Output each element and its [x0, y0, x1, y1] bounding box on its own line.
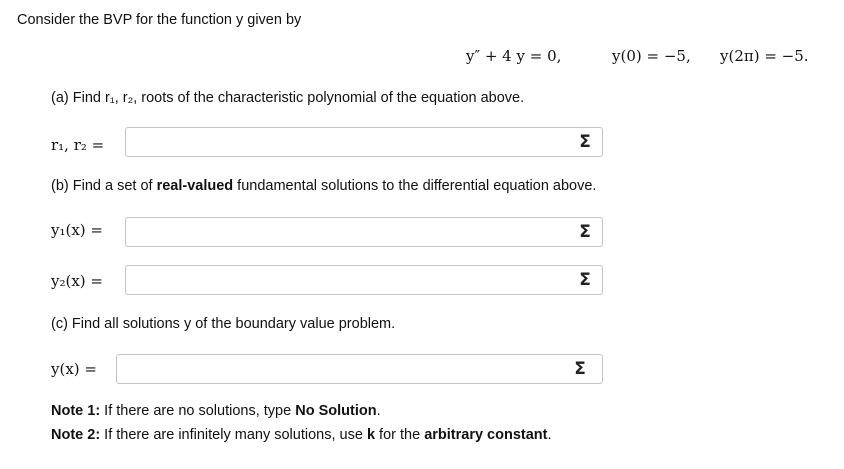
y2-label: y₂(x) =: [51, 272, 103, 290]
ode-equation: y″ + 4 y = 0,: [466, 47, 562, 65]
part-a-prompt: (a) Find r₁, r₂, roots of the characteri…: [51, 90, 525, 106]
roots-input[interactable]: [125, 127, 603, 157]
boundary-condition-2: y(2π) = −5.: [720, 47, 809, 65]
y1-input[interactable]: [125, 217, 603, 247]
note-1: Note 1: If there are no solutions, type …: [51, 403, 381, 419]
part-c-label: y(x) =: [51, 360, 97, 378]
note-2: Note 2: If there are infinitely many sol…: [51, 427, 552, 443]
sigma-icon[interactable]: Σ: [570, 128, 600, 156]
y1-label: y₁(x) =: [51, 221, 103, 239]
part-c-prompt: (c) Find all solutions y of the boundary…: [51, 316, 396, 332]
part-a-label: r₁, r₂ =: [51, 136, 105, 154]
intro-text: Consider the BVP for the function y give…: [17, 12, 302, 28]
part-b-prompt: (b) Find a set of real-valued fundamenta…: [51, 178, 597, 194]
sigma-icon[interactable]: Σ: [570, 218, 600, 246]
y2-input[interactable]: [125, 265, 603, 295]
solution-input[interactable]: [116, 354, 603, 384]
sigma-icon[interactable]: Σ: [565, 355, 595, 383]
boundary-condition-1: y(0) = −5,: [612, 47, 691, 65]
sigma-icon[interactable]: Σ: [570, 266, 600, 294]
